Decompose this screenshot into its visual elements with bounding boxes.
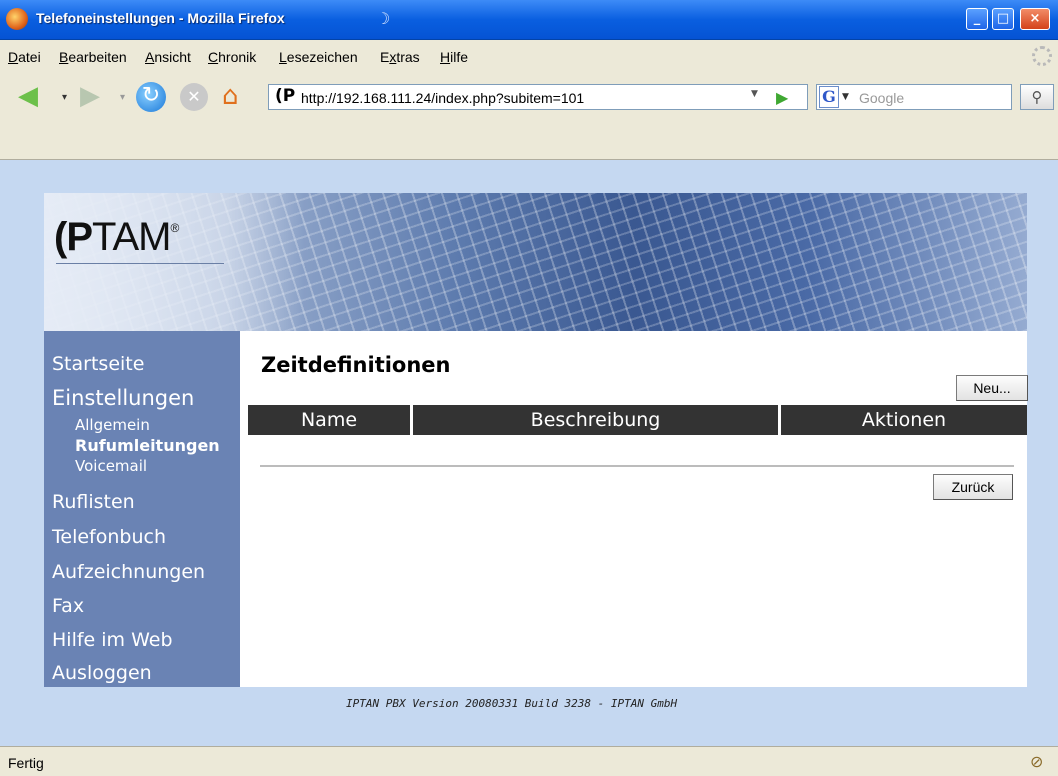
throbber-icon: [1032, 46, 1052, 66]
sidebar-item-ruflisten[interactable]: Ruflisten: [52, 491, 135, 513]
search-bar[interactable]: G ▼ Google: [816, 84, 1012, 110]
sidebar-item-einstellungen[interactable]: Einstellungen: [52, 386, 194, 410]
sidebar-item-hilfe-im-web[interactable]: Hilfe im Web: [52, 629, 173, 651]
new-button[interactable]: Neu...: [956, 375, 1028, 401]
status-bar: Fertig ⊘: [0, 746, 1058, 776]
menu-chronik[interactable]: Chronik: [208, 49, 256, 65]
menu-hilfe[interactable]: Hilfe: [440, 49, 468, 65]
reload-icon[interactable]: ↻: [136, 82, 166, 112]
banner-glow: [44, 193, 304, 331]
footer-version: IPTAN PBX Version 20080331 Build 3238 - …: [346, 697, 678, 710]
back-dropdown-icon[interactable]: ▾: [62, 84, 67, 112]
moon-icon: ☽: [376, 9, 391, 28]
firefox-logo-icon: [6, 8, 28, 30]
home-icon[interactable]: ⌂: [222, 82, 254, 112]
google-engine-icon[interactable]: G: [819, 86, 839, 108]
status-text: Fertig: [8, 755, 44, 771]
iptam-logo: (PTAM®: [54, 215, 179, 259]
sidebar-subitem-rufumleitungen[interactable]: Rufumleitungen: [75, 436, 220, 455]
navigation-toolbar: ◀ ▾ ▶ ▾ ↻ ✕ ⌂ (P http://192.168.111.24/i…: [0, 70, 1058, 160]
menu-extras[interactable]: Extras: [380, 49, 420, 65]
column-header-aktionen: Aktionen: [861, 409, 947, 431]
sidebar-subitem-voicemail[interactable]: Voicemail: [75, 457, 147, 475]
url-history-dropdown-icon[interactable]: ▼: [751, 89, 758, 99]
menu-lesezeichen[interactable]: Lesezeichen: [279, 49, 358, 65]
main-panel: Zeitdefinitionen Neu... Name Beschreibun…: [240, 331, 1028, 687]
forward-arrow-icon[interactable]: ▶: [80, 82, 100, 110]
site-favicon-icon: (P: [275, 86, 296, 106]
menu-datei[interactable]: Datei: [8, 49, 41, 65]
security-status-icon: ⊘: [1030, 752, 1044, 771]
column-header-beschreibung: Beschreibung: [530, 409, 661, 431]
search-input[interactable]: Google: [859, 90, 904, 106]
engine-dropdown-icon[interactable]: ▼: [842, 92, 849, 102]
menubar: Datei Bearbeiten Ansicht Chronik Lesezei…: [0, 40, 1058, 70]
window-title: Telefoneinstellungen - Mozilla Firefox: [36, 10, 285, 26]
sidebar-subitem-allgemein[interactable]: Allgemein: [75, 416, 150, 434]
column-header-name: Name: [300, 409, 358, 431]
menu-bearbeiten[interactable]: Bearbeiten: [59, 49, 127, 65]
url-text[interactable]: http://192.168.111.24/index.php?subitem=…: [301, 90, 584, 106]
table-header: Name Beschreibung Aktionen: [248, 405, 1027, 435]
sidebar-item-ausloggen[interactable]: Ausloggen: [52, 662, 152, 684]
back-arrow-icon[interactable]: ◀: [18, 82, 38, 110]
header-banner: (PTAM®: [44, 193, 1027, 331]
close-button[interactable]: ×: [1020, 8, 1050, 30]
sidebar-nav: Startseite Einstellungen Allgemein Rufum…: [44, 331, 240, 687]
menu-ansicht[interactable]: Ansicht: [145, 49, 191, 65]
stop-icon[interactable]: ✕: [180, 83, 208, 111]
go-arrow-icon[interactable]: ▶: [776, 88, 788, 107]
window-titlebar: Telefoneinstellungen - Mozilla Firefox ☽…: [0, 0, 1058, 40]
maximize-button[interactable]: □: [992, 8, 1014, 30]
logo-underline: [56, 263, 224, 264]
url-bar[interactable]: (P http://192.168.111.24/index.php?subit…: [268, 84, 808, 110]
divider-line: [260, 465, 1014, 467]
search-magnifier-icon[interactable]: ⚲: [1020, 84, 1054, 110]
minimize-button[interactable]: _: [966, 8, 988, 30]
sidebar-item-startseite[interactable]: Startseite: [52, 353, 144, 375]
sidebar-item-fax[interactable]: Fax: [52, 595, 84, 617]
page-content: (PTAM® Startseite Einstellungen Allgemei…: [0, 160, 1058, 746]
page-title: Zeitdefinitionen: [261, 353, 451, 377]
forward-dropdown-icon[interactable]: ▾: [120, 84, 125, 112]
back-button[interactable]: Zurück: [933, 474, 1013, 500]
sidebar-item-aufzeichnungen[interactable]: Aufzeichnungen: [52, 561, 205, 583]
sidebar-item-telefonbuch[interactable]: Telefonbuch: [52, 526, 166, 548]
